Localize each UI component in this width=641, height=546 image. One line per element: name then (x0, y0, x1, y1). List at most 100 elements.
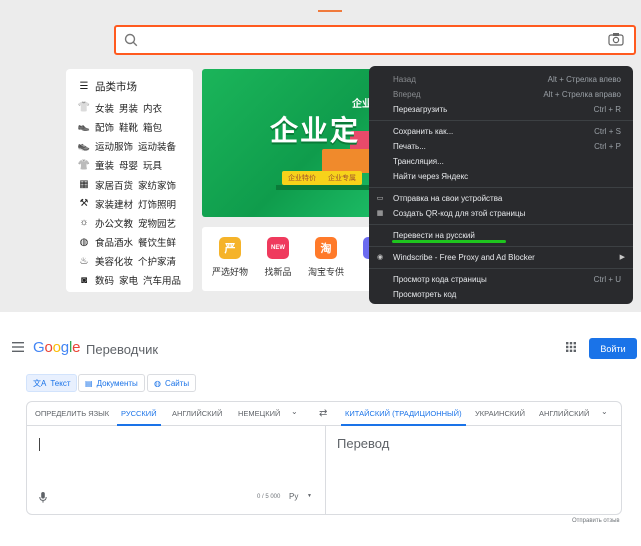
category-link[interactable]: 女装 (95, 101, 114, 115)
category-row[interactable]: ☼ 办公文教 宠物园艺 (78, 213, 193, 232)
menu-item[interactable]: ◉ Windscribe - Free Proxy and Ad Blocker ▶ (369, 250, 633, 265)
chevron-down-icon[interactable]: ▼ (307, 493, 312, 499)
category-link[interactable]: 家纺家饰 (138, 178, 176, 192)
camera-search-icon[interactable] (608, 32, 624, 49)
menu-item[interactable]: Перезагрузить Ctrl + R (369, 102, 633, 117)
category-link[interactable]: 食品酒水 (95, 235, 133, 249)
target-language-tab[interactable]: УКРАИНСКИЙ (475, 402, 525, 426)
sign-in-button[interactable]: Войти (589, 338, 637, 359)
category-link[interactable]: 美容化妆 (95, 254, 133, 268)
category-link[interactable]: 家电 (119, 273, 138, 287)
mode-tab-label: Документы (96, 378, 138, 388)
mode-tab-0[interactable]: 文A Текст (26, 374, 78, 392)
source-language-tab[interactable]: АНГЛИЙСКИЙ (172, 402, 222, 426)
category-panel: ☰ 品类市场 👕 女装 男装 内衣 👞 配饰 鞋靴 箱包 👟 运动服饰 运动装备 👚 童装 母婴 玩具 ▦ 家居… (66, 69, 193, 292)
target-language-tab[interactable]: АНГЛИЙСКИЙ (539, 402, 589, 426)
header-accent-line (318, 10, 342, 12)
category-row[interactable]: ⚒ 家装建材 灯饰照明 (78, 194, 193, 213)
category-row[interactable]: ♨ 美容化妆 个护家清 (78, 252, 193, 271)
microphone-icon[interactable] (39, 492, 47, 506)
category-link[interactable]: 童装 (95, 158, 114, 172)
category-link[interactable]: 家装建材 (95, 197, 133, 211)
devices-icon: ▭ (376, 195, 384, 202)
document-icon: ▤ (85, 378, 93, 388)
menu-item-label: Перевести на русский (393, 231, 475, 240)
category-link[interactable]: 玩具 (143, 158, 162, 172)
menu-item[interactable]: Просмотр кода страницы Ctrl + U (369, 272, 633, 287)
menu-item[interactable]: Печать... Ctrl + P (369, 139, 633, 154)
menu-item[interactable]: Просмотреть код (369, 287, 633, 302)
mode-tab-2[interactable]: ◍ Сайты (147, 374, 197, 392)
translation-output: Перевод (337, 436, 390, 451)
category-link[interactable]: 男装 (119, 101, 138, 115)
qr-code-icon: ▦ (376, 210, 384, 217)
mode-tabs: 文A Текст ▤ Документы ◍ Сайты (26, 374, 622, 392)
category-link[interactable]: 餐饮生鲜 (138, 235, 176, 249)
hamburger-menu-icon[interactable] (12, 342, 24, 355)
chevron-down-icon[interactable]: ⌄ (291, 407, 298, 416)
category-link[interactable]: 办公文教 (95, 216, 133, 230)
menu-item[interactable]: Сохранить как... Ctrl + S (369, 124, 633, 139)
menu-item[interactable]: Трансляция... (369, 154, 633, 169)
category-link[interactable]: 母婴 (119, 158, 138, 172)
menu-item-label: Вперед (393, 90, 421, 99)
menu-item[interactable]: ▦ Создать QR-код для этой страницы (369, 206, 633, 221)
send-feedback-link[interactable]: Отправить отзыв (572, 518, 620, 524)
source-language-tab[interactable]: РУССКИЙ (117, 402, 161, 426)
windscribe-icon: ◉ (376, 254, 384, 261)
browser-context-menu: Назад Alt + Стрелка влево Вперед Alt + Стре… (369, 66, 633, 304)
shortcut-item[interactable]: NEW 找新品 (256, 237, 300, 278)
chevron-down-icon[interactable]: ⌄ (601, 407, 608, 416)
source-language-tab[interactable]: ОПРЕДЕЛИТЬ ЯЗЫК (35, 402, 109, 426)
apps-grid-icon[interactable] (566, 342, 576, 355)
menu-item: Вперед Alt + Стрелка вправо (369, 87, 633, 102)
category-row[interactable]: ◙ 数码 家电 汽车用品 (78, 271, 193, 290)
category-link[interactable]: 箱包 (143, 120, 162, 134)
shortcut-item[interactable]: 淘淘宝专供 (304, 237, 348, 278)
target-language-tab[interactable]: КИТАЙСКИЙ (ТРАДИЦИОННЫЙ) (341, 402, 466, 426)
menu-item[interactable]: ▭ Отправка на свои устройства (369, 191, 633, 206)
category-link[interactable]: 配饰 (95, 120, 114, 134)
category-link[interactable]: 鞋靴 (119, 120, 138, 134)
menu-item-label: Просмотр кода страницы (393, 275, 487, 284)
category-row[interactable]: 👚 童装 母婴 玩具 (78, 156, 193, 175)
shortcut-item[interactable]: 严严选好物 (208, 237, 252, 278)
category-link[interactable]: 运动装备 (138, 139, 176, 153)
promo-banner[interactable]: 企业 企业定 企业特价 企业专属 (202, 69, 382, 217)
category-link[interactable]: 灯饰照明 (138, 197, 176, 211)
lightbulb-icon: ☼ (79, 217, 89, 229)
menu-item-label: Windscribe - Free Proxy and Ad Blocker (393, 253, 535, 262)
category-link[interactable]: 个护家清 (138, 254, 176, 268)
category-row[interactable]: 👞 配饰 鞋靴 箱包 (78, 117, 193, 136)
product-title: Переводчик (86, 342, 159, 357)
mode-tab-label: Текст (50, 378, 71, 388)
category-row[interactable]: 👕 女装 男装 内衣 (78, 98, 193, 117)
category-row[interactable]: 👟 运动服饰 运动装备 (78, 137, 193, 156)
banner-sticker: 企业特价 企业专属 (282, 171, 362, 185)
category-link[interactable]: 家居百货 (95, 178, 133, 192)
mode-tab-1[interactable]: ▤ Документы (78, 374, 145, 392)
category-link[interactable]: 运动服饰 (95, 139, 133, 153)
category-row[interactable]: ◍ 食品酒水 餐饮生鲜 (78, 233, 193, 252)
source-language-tab[interactable]: НЕМЕЦКИЙ (238, 402, 280, 426)
source-text-input[interactable] (39, 438, 40, 451)
menu-separator (369, 224, 633, 225)
menu-item-label: Найти через Яндекс (393, 172, 469, 181)
list-icon: ☰ (79, 81, 89, 93)
category-link[interactable]: 汽车用品 (143, 273, 181, 287)
apple-icon: ◍ (79, 236, 89, 248)
category-row[interactable]: ▦ 家居百货 家纺家饰 (78, 175, 193, 194)
google-logo[interactable]: Google (33, 339, 80, 356)
search-box[interactable] (114, 25, 636, 55)
category-link[interactable]: 数码 (95, 273, 114, 287)
category-link[interactable]: 宠物园艺 (138, 216, 176, 230)
swap-languages-icon[interactable]: ⇄ (319, 408, 327, 419)
search-icon[interactable] (124, 33, 138, 50)
category-link[interactable]: 内衣 (143, 101, 162, 115)
menu-item-label: Создать QR-код для этой страницы (393, 209, 526, 218)
google-translate-screenshot: Google Переводчик Войти 文A Текст ▤ Документ… (0, 320, 641, 546)
menu-item[interactable]: Найти через Яндекс (369, 169, 633, 184)
logo-letter: e (72, 339, 81, 356)
menu-separator (369, 120, 633, 121)
keyboard-layout-button[interactable]: Ру (289, 492, 298, 501)
